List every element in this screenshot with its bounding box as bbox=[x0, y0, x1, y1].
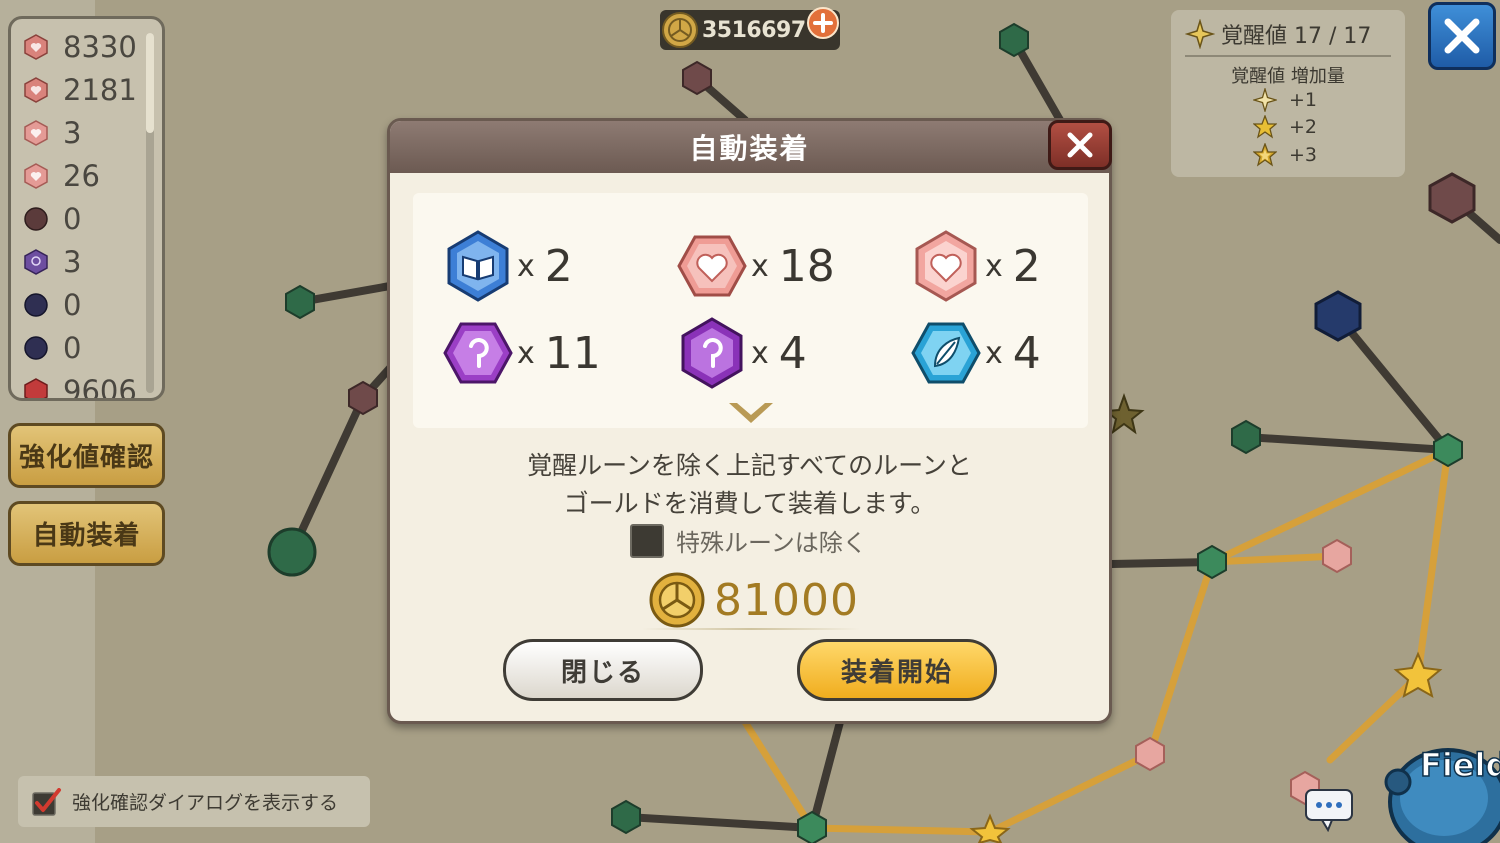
inventory-row[interactable]: 0 bbox=[23, 328, 81, 368]
awaken-row: +3 bbox=[1253, 143, 1317, 167]
gold-amount: 3516697 bbox=[702, 18, 806, 43]
auto-equip-dialog: 自動装着 x 2 x 18 x 2 x 11 x 4 x 4 覚醒ルーンを除く上… bbox=[387, 118, 1112, 724]
enhance-check-button[interactable]: 強化値確認 bbox=[8, 423, 165, 488]
awaken-row: +2 bbox=[1253, 115, 1317, 139]
blue-book-rune-icon bbox=[447, 230, 509, 302]
checkbox-checked-icon[interactable] bbox=[32, 787, 62, 816]
auto-equip-side-button[interactable]: 自動装着 bbox=[8, 501, 165, 566]
inventory-count: 0 bbox=[63, 288, 82, 322]
field-label: Field bbox=[1420, 746, 1500, 784]
inventory-count: 2181 bbox=[63, 73, 137, 107]
inventory-row[interactable]: 26 bbox=[23, 156, 100, 196]
heart-rune-icon bbox=[24, 120, 48, 146]
chat-icon[interactable] bbox=[1304, 788, 1354, 832]
rune-count-item: x 2 bbox=[909, 226, 1129, 306]
inventory-count: 9606 bbox=[63, 374, 137, 401]
light-heart-rune-icon bbox=[915, 230, 977, 302]
awaken-subtitle: 覚醒値 増加量 bbox=[1231, 66, 1345, 87]
dark-rune-icon bbox=[24, 207, 48, 231]
rune-count: 18 bbox=[778, 240, 835, 292]
scrollbar-thumb[interactable] bbox=[146, 33, 154, 133]
dialog-title: 自動装着 bbox=[689, 132, 810, 165]
heart-rune-icon bbox=[24, 34, 48, 60]
rune-inventory-panel[interactable]: 8330 2181 3 26 0 3 0 0 9606 bbox=[8, 16, 165, 401]
start-equip-button[interactable]: 装着開始 bbox=[797, 639, 997, 701]
inventory-row[interactable]: 0 bbox=[23, 285, 81, 325]
inventory-count: 0 bbox=[63, 331, 82, 365]
rune-count-item: x 11 bbox=[441, 313, 661, 393]
add-gold-icon[interactable] bbox=[806, 6, 840, 40]
inventory-row[interactable]: 0 bbox=[23, 199, 81, 239]
dialog-close-button[interactable] bbox=[1048, 120, 1112, 170]
close-button[interactable]: 閉じる bbox=[503, 639, 703, 701]
inventory-count: 3 bbox=[63, 116, 82, 150]
awaken-panel: 覚醒値 17 / 17 覚醒値 増加量 +1 +2 +3 bbox=[1171, 10, 1405, 177]
rune-summary-box: x 2 x 18 x 2 x 11 x 4 x 4 bbox=[413, 193, 1088, 428]
star-sparkle-icon bbox=[1185, 19, 1215, 49]
cyan-leaf-rune-icon bbox=[911, 322, 981, 384]
rune-count: 2 bbox=[1012, 240, 1041, 292]
pink-heart-rune-icon bbox=[677, 235, 747, 297]
rune-count-item: x 4 bbox=[675, 313, 895, 393]
inventory-count: 3 bbox=[63, 245, 82, 279]
gold-cost: 81000 bbox=[642, 571, 860, 633]
red-rune-icon bbox=[24, 378, 48, 398]
dialog-description: 覚醒ルーンを除く上記すべてのルーンと ゴールドを消費して装着します。 bbox=[527, 451, 972, 518]
rune-count-item: x 4 bbox=[909, 313, 1129, 393]
confirm-dialog-label: 強化確認ダイアログを表示する bbox=[72, 792, 339, 814]
divider bbox=[1185, 55, 1391, 57]
star-double-icon bbox=[1253, 143, 1277, 167]
rune-count-item: x 2 bbox=[441, 226, 661, 306]
divider bbox=[642, 628, 860, 630]
exclude-special-runes-checkbox[interactable] bbox=[630, 523, 664, 558]
gold-coin-icon bbox=[649, 572, 705, 628]
rune-count: 4 bbox=[1012, 327, 1041, 379]
heart-rune-icon bbox=[24, 163, 48, 189]
rune-count-item: x 18 bbox=[675, 226, 895, 306]
inventory-row[interactable]: 8330 bbox=[23, 27, 137, 67]
star-outline-icon bbox=[1253, 88, 1277, 112]
close-icon bbox=[1444, 18, 1480, 54]
dark-blue-rune-icon bbox=[24, 293, 48, 317]
field-button[interactable]: Field bbox=[1368, 730, 1500, 843]
chevron-down-icon bbox=[729, 403, 773, 423]
inventory-count: 0 bbox=[63, 202, 82, 236]
violet-swirl-rune-icon bbox=[681, 317, 743, 389]
close-icon bbox=[1067, 132, 1093, 158]
inventory-count: 26 bbox=[63, 159, 100, 193]
rune-count: 11 bbox=[544, 327, 601, 379]
exclude-special-runes-label: 特殊ルーンは除く bbox=[676, 529, 867, 557]
inventory-row[interactable]: 9606 bbox=[23, 371, 137, 401]
gold-cost-value: 81000 bbox=[714, 575, 859, 626]
close-screen-button[interactable] bbox=[1428, 2, 1496, 70]
dialog-header: 自動装着 bbox=[390, 121, 1109, 173]
rune-count: 2 bbox=[544, 240, 573, 292]
inventory-scrollbar[interactable] bbox=[146, 33, 154, 393]
gold-coin-icon bbox=[662, 12, 698, 48]
confirm-dialog-toggle[interactable]: 強化確認ダイアログを表示する bbox=[18, 776, 370, 827]
heart-rune-icon bbox=[24, 77, 48, 103]
rune-count: 4 bbox=[778, 327, 807, 379]
star-gold-icon bbox=[1253, 115, 1277, 139]
awaken-row: +1 bbox=[1253, 88, 1317, 112]
exclude-special-runes-option[interactable]: 特殊ルーンは除く bbox=[630, 523, 867, 558]
inventory-row[interactable]: 2181 bbox=[23, 70, 137, 110]
awaken-title: 覚醒値 17 / 17 bbox=[1185, 18, 1371, 50]
purple-rune-icon bbox=[24, 249, 48, 275]
inventory-count: 8330 bbox=[63, 30, 137, 64]
dark-blue-rune-icon bbox=[24, 336, 48, 360]
inventory-row[interactable]: 3 bbox=[23, 113, 81, 153]
purple-swirl-rune-icon bbox=[443, 322, 513, 384]
inventory-row[interactable]: 3 bbox=[23, 242, 81, 282]
